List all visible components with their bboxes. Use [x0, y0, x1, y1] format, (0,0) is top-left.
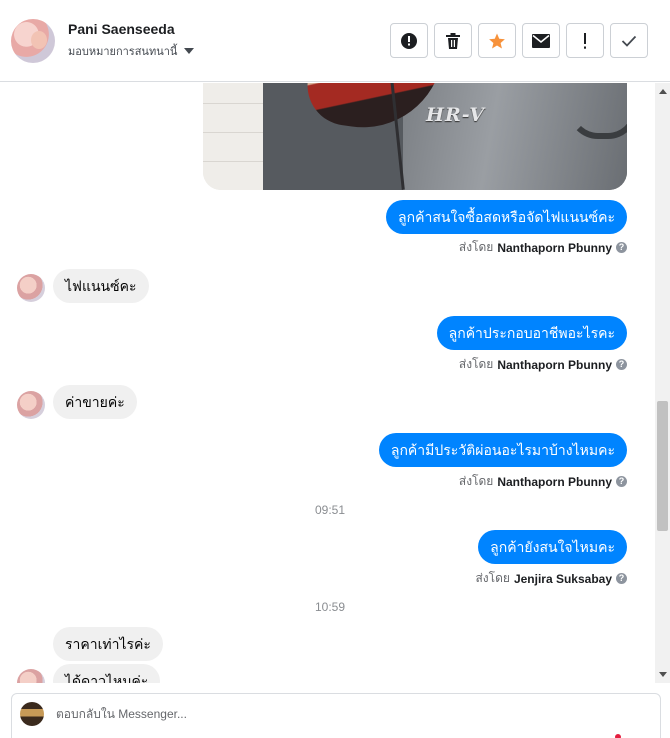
- sent-by: ส่งโดย Nanthaporn Pbunny ?: [459, 238, 627, 257]
- mark-unread-button[interactable]: [522, 23, 560, 58]
- incoming-message[interactable]: ราคาเท่าไรค่ะ: [53, 627, 163, 661]
- scrollbar[interactable]: [655, 83, 670, 683]
- sent-by: ส่งโดย Nanthaporn Pbunny ?: [459, 472, 627, 491]
- contact-avatar-small[interactable]: [17, 391, 45, 419]
- spam-button[interactable]: [390, 23, 428, 58]
- outgoing-message[interactable]: ลูกค้าสนใจซื้อสดหรือจัดไฟแนนซ์คะ: [386, 200, 627, 234]
- incoming-message[interactable]: ได้ดาวไหมค่ะ: [53, 664, 161, 683]
- photo-badge: HR-V: [426, 104, 485, 126]
- contact-avatar[interactable]: [11, 19, 55, 63]
- incoming-message[interactable]: ค่าขายค่ะ: [53, 385, 137, 419]
- sent-by-prefix: ส่งโดย: [458, 474, 494, 488]
- reply-input[interactable]: [56, 707, 616, 721]
- conversation-header: Pani Saenseeda มอบหมายการสนทนานี้: [0, 0, 670, 82]
- star-icon: [489, 33, 505, 48]
- caret-down-icon: [184, 48, 195, 54]
- help-icon[interactable]: ?: [616, 242, 627, 253]
- sent-by-prefix: ส่งโดย: [458, 240, 494, 254]
- trash-icon: [446, 32, 460, 49]
- help-icon[interactable]: ?: [616, 476, 627, 487]
- help-icon[interactable]: ?: [616, 573, 627, 584]
- notification-dot: [615, 734, 621, 738]
- important-button[interactable]: [566, 23, 604, 58]
- help-icon[interactable]: ?: [616, 359, 627, 370]
- sender-name: Jenjira Suksabay: [513, 571, 612, 586]
- scroll-up-arrow-icon[interactable]: [659, 89, 667, 94]
- sent-by: ส่งโดย Nanthaporn Pbunny ?: [459, 355, 627, 374]
- mark-done-button[interactable]: [610, 23, 648, 58]
- star-button[interactable]: [478, 23, 516, 58]
- assign-label: มอบหมายการสนทนานี้: [68, 46, 178, 58]
- envelope-icon: [532, 33, 550, 48]
- incoming-message[interactable]: ไฟแนนซ์คะ: [53, 269, 149, 303]
- sent-by-prefix: ส่งโดย: [458, 357, 494, 371]
- header-actions: [390, 23, 648, 58]
- sent-by: ส่งโดย Jenjira Suksabay ?: [475, 569, 627, 588]
- exclamation-icon: [584, 32, 586, 49]
- delete-button[interactable]: [434, 23, 472, 58]
- sender-name: Nanthaporn Pbunny: [497, 474, 612, 489]
- scroll-down-arrow-icon[interactable]: [659, 672, 667, 677]
- outgoing-message[interactable]: ลูกค้ายังสนใจไหมคะ: [478, 530, 627, 564]
- page-avatar: [20, 702, 44, 726]
- assign-conversation-dropdown[interactable]: มอบหมายการสนทนานี้: [68, 42, 195, 60]
- shared-photo[interactable]: HR-V: [203, 83, 627, 190]
- outgoing-message[interactable]: ลูกค้ามีประวัติผ่อนอะไรมาบ้างไหมคะ: [378, 433, 627, 467]
- check-icon: [621, 35, 637, 47]
- contact-avatar-small[interactable]: [17, 274, 45, 302]
- message-thread[interactable]: HR-V ลูกค้าสนใจซื้อสดหรือจัดไฟแนนซ์คะ ส่…: [0, 83, 655, 683]
- timestamp: 09:51: [314, 503, 346, 517]
- scroll-thumb[interactable]: [657, 401, 668, 531]
- alert-circle-icon: [401, 32, 417, 49]
- timestamp: 10:59: [314, 600, 346, 614]
- sender-name: Nanthaporn Pbunny: [497, 357, 612, 372]
- contact-avatar-small[interactable]: [17, 669, 45, 683]
- sent-by-prefix: ส่งโดย: [475, 571, 510, 585]
- reply-composer: [11, 693, 661, 738]
- contact-name[interactable]: Pani Saenseeda: [68, 21, 175, 37]
- outgoing-message[interactable]: ลูกค้าประกอบอาชีพอะไรคะ: [436, 316, 627, 350]
- sender-name: Nanthaporn Pbunny: [497, 240, 612, 255]
